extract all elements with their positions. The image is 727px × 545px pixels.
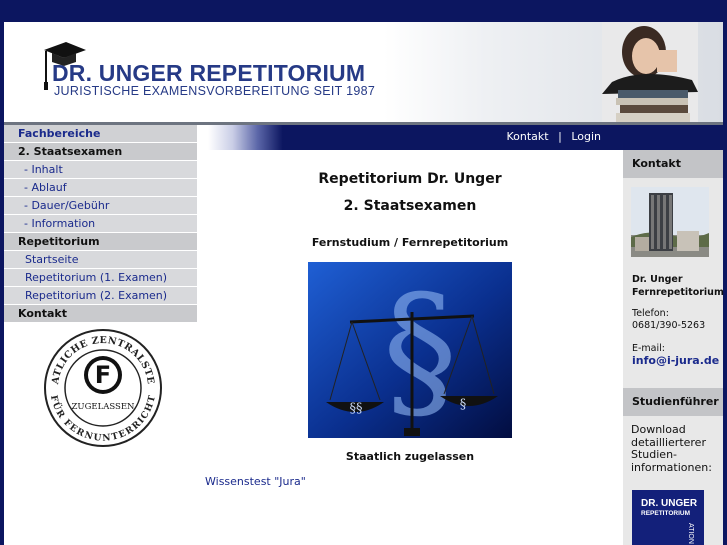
accreditation-caption: Staatlich zugelassen (345, 450, 475, 463)
logo-title: DR. UNGER REPETITORIUM (52, 60, 366, 86)
program-label: Fernstudium / Fernrepetitorium (311, 236, 509, 249)
nav-kontakt[interactable]: Kontakt (4, 305, 197, 323)
nav-information[interactable]: - Information (4, 215, 197, 233)
book-title: DR. UNGER (641, 498, 698, 509)
contact-email: E-mail: info@i-jura.de (632, 343, 719, 367)
nav-ablauf[interactable]: - Ablauf (4, 179, 197, 197)
nav-dauer-gebuehr[interactable]: - Dauer/Gebühr (4, 197, 197, 215)
right-sidebar: Kontakt Dr. Unger Fernrepetitorium Telef… (623, 150, 724, 545)
studienfuehrer-heading: Studienführer (623, 388, 723, 416)
logo-subtitle: JURISTISCHE EXAMENSVORBEREITUNG SEIT 198… (54, 84, 376, 98)
nav-startseite[interactable]: Startseite (4, 251, 197, 269)
main-content: Kontakt | Login Repetitorium Dr. Unger 2… (197, 125, 623, 545)
book-side-text: ATION (687, 523, 694, 544)
zfu-seal: STAATLICHE ZENTRALSTELLE FÜR FERNUNTERRI… (42, 327, 162, 447)
student-photo (602, 22, 698, 122)
kontakt-heading: Kontakt (623, 150, 723, 178)
seal-letter: F (95, 361, 111, 389)
nav-inhalt[interactable]: - Inhalt (4, 161, 197, 179)
site-header: DR. UNGER REPETITORIUM JURISTISCHE EXAME… (4, 22, 723, 122)
nav-repetitorium[interactable]: Repetitorium (4, 233, 197, 251)
top-navigation: Kontakt | Login (208, 125, 623, 150)
download-line3: Studien- (631, 448, 678, 461)
phone-label: Telefon: (632, 308, 669, 319)
contact-name: Dr. Unger Fernrepetitorium (632, 273, 724, 299)
contact-name-line1: Dr. Unger (632, 274, 683, 285)
paragraph-symbol-left: §§ (350, 401, 363, 416)
nav-repetitorium-2[interactable]: Repetitorium (2. Examen) (4, 287, 197, 305)
page-subtitle: 2. Staatsexamen (343, 198, 477, 214)
download-line4: informationen: (631, 460, 712, 474)
top-nav-kontakt-link[interactable]: Kontakt (506, 130, 548, 143)
contact-name-line2: Fernrepetitorium (632, 287, 724, 298)
scales-of-justice-image: § §§ § (308, 262, 512, 438)
download-text: Download detaillierterer Studien- inform… (631, 423, 721, 474)
left-navigation: Fachbereiche 2. Staatsexamen - Inhalt - … (4, 125, 197, 545)
phone-number: 0681/390-5263 (632, 320, 706, 331)
nav-staatsexamen[interactable]: 2. Staatsexamen (4, 143, 197, 161)
nav-fachbereiche[interactable]: Fachbereiche (4, 125, 197, 143)
top-nav-separator: | (558, 130, 562, 143)
paragraph-symbol-right: § (460, 397, 467, 412)
seal-center-text: ZUGELASSEN (72, 402, 136, 412)
nav-repetitorium-1[interactable]: Repetitorium (1. Examen) (4, 269, 197, 287)
download-line1: Download (631, 423, 686, 436)
paragraph-symbol-large: § (383, 264, 458, 438)
studienfuehrer-download-cover[interactable]: DR. UNGER REPETITORIUM ATION (632, 490, 704, 545)
contact-phone: Telefon: 0681/390-5263 (632, 308, 705, 332)
top-nav-login-link[interactable]: Login (571, 130, 601, 143)
book-subtitle: REPETITORIUM (641, 510, 690, 517)
top-bar (0, 0, 727, 22)
email-link[interactable]: info@i-jura.de (632, 355, 719, 367)
wissenstest-link[interactable]: Wissenstest "Jura" (205, 475, 306, 488)
building-photo (631, 187, 709, 257)
page-title: Repetitorium Dr. Unger (318, 171, 502, 187)
